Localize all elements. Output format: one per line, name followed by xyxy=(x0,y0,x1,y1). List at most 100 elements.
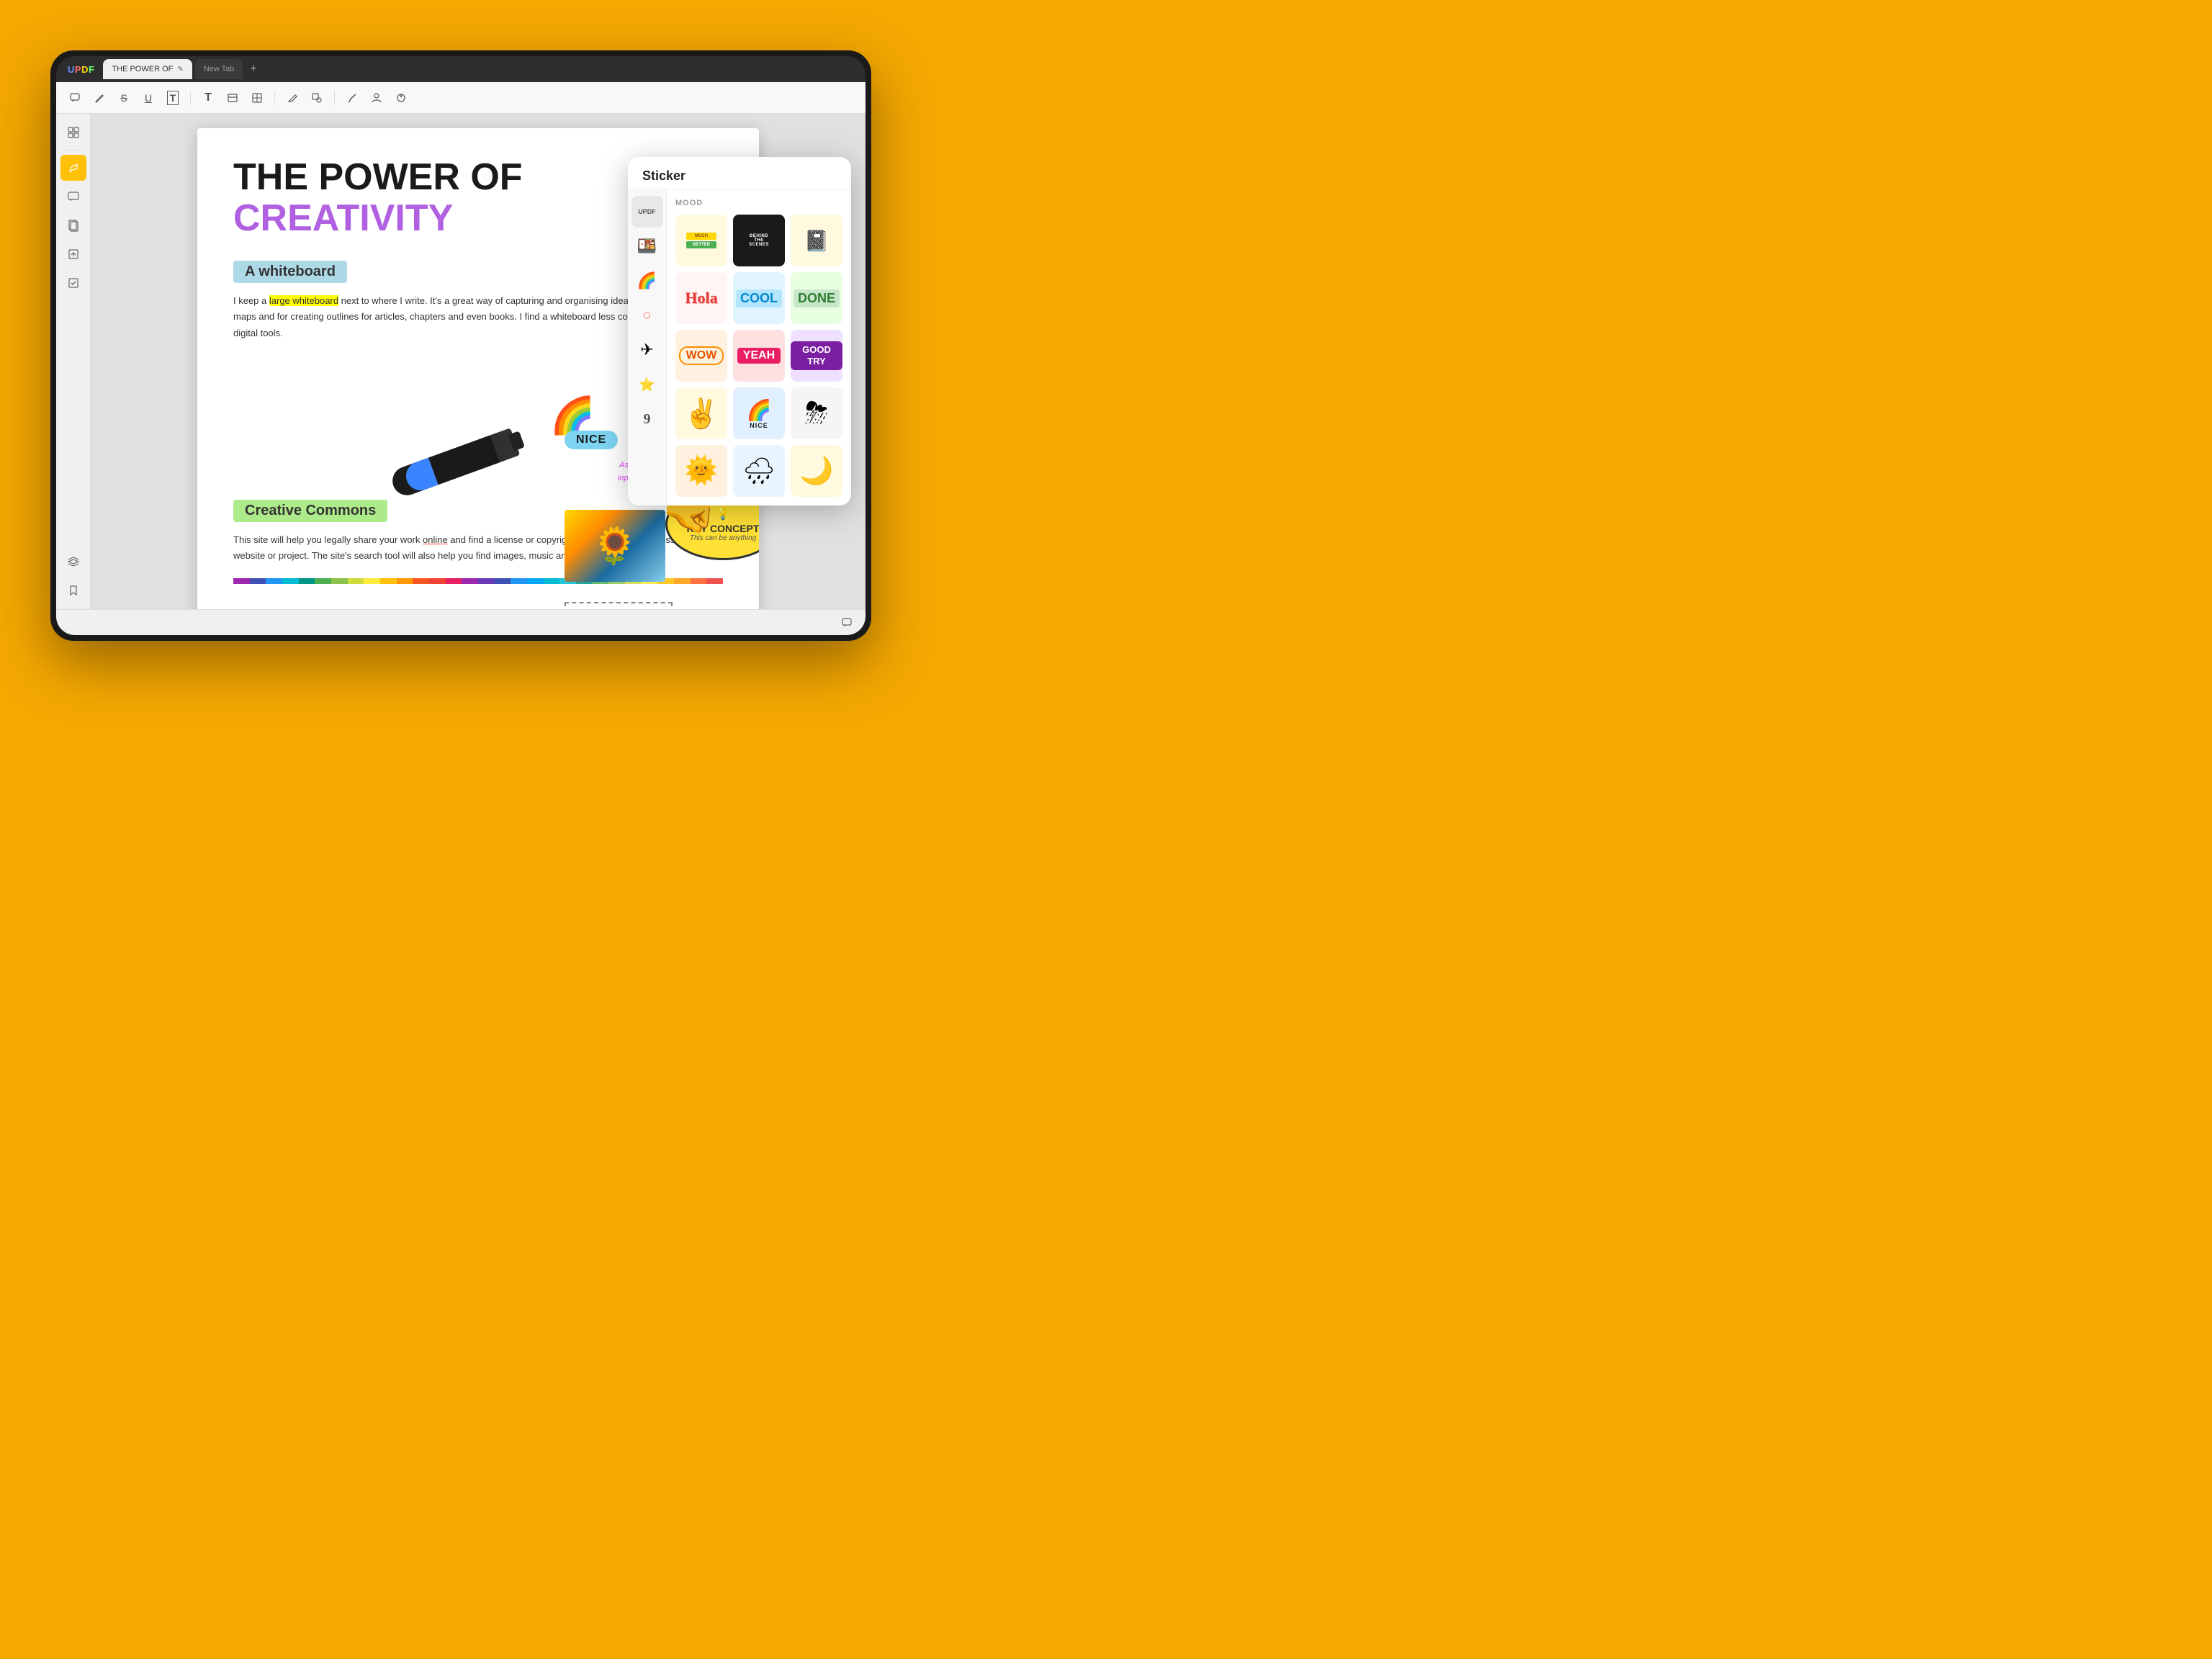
new-tab-button[interactable]: + xyxy=(246,63,261,76)
sticker-cat-updf[interactable]: UPDF xyxy=(631,196,663,228)
sticker-hola[interactable]: Hola xyxy=(675,272,727,324)
nice-label: NICE xyxy=(750,422,768,429)
toolbar: S U T T xyxy=(56,82,866,114)
notebook-icon: 📓 xyxy=(804,229,830,253)
tab-new[interactable]: New Tab xyxy=(195,59,243,79)
left-sidebar xyxy=(56,114,91,609)
color-seg-18 xyxy=(511,578,527,584)
tab-title: THE POWER OF xyxy=(112,65,173,73)
pen-tool-icon[interactable] xyxy=(342,88,362,108)
pdf-content-area[interactable]: THE POWER OF CREATIVITY A whiteboard I k… xyxy=(91,114,866,609)
marker-tip xyxy=(508,431,525,451)
marker-body xyxy=(389,428,521,499)
sticker-nice-rainbow[interactable]: 🌈 NICE xyxy=(733,387,785,439)
sticker-thunder-cloud[interactable]: ⛈ xyxy=(791,387,842,439)
tab-active[interactable]: THE POWER OF ✎ xyxy=(103,59,192,79)
underline-tool-icon[interactable]: U xyxy=(138,88,158,108)
comment-tool-icon[interactable] xyxy=(65,88,85,108)
sticker-cat-rainbow[interactable]: 🌈 xyxy=(631,265,663,297)
colors-icon[interactable] xyxy=(391,88,411,108)
sticker-cat-star[interactable]: ⭐ xyxy=(631,369,663,400)
tab-edit-icon: ✎ xyxy=(177,66,183,73)
yeah-text: YEAH xyxy=(737,348,781,364)
sticker-behind-scenes[interactable]: BEHIND THE SCENES xyxy=(733,215,785,266)
updf-logo: UPDF xyxy=(62,64,100,75)
strikethrough-tool-icon[interactable]: S xyxy=(114,88,134,108)
section1-label: A whiteboard xyxy=(233,261,347,283)
chat-icon[interactable] xyxy=(837,613,857,633)
sticker-moon[interactable]: 🌙 xyxy=(791,445,842,497)
star-icon: ⭐ xyxy=(639,377,655,392)
color-seg-30 xyxy=(706,578,723,584)
tab-bar: UPDF THE POWER OF ✎ New Tab + xyxy=(56,56,866,82)
table-icon[interactable] xyxy=(247,88,267,108)
toolbar-separator-3 xyxy=(334,91,335,105)
sticker-rain-cloud[interactable]: 🌧 xyxy=(733,445,785,497)
circle-icon: ○ xyxy=(642,307,651,324)
tablet-frame: UPDF THE POWER OF ✎ New Tab + S U xyxy=(50,50,871,641)
goodtry-text: GOOD TRY xyxy=(791,341,842,369)
sidebar-bookmark-icon[interactable] xyxy=(60,577,86,603)
paper-plane-icon: ✈ xyxy=(640,341,653,359)
cool-text: COOL xyxy=(736,289,782,307)
sidebar-layers-icon[interactable] xyxy=(60,549,86,575)
sticker-panel-title: Sticker xyxy=(628,157,851,190)
text-t-icon[interactable]: T xyxy=(198,88,218,108)
sticker-much-better[interactable]: MUCH BETTER xyxy=(675,215,727,266)
rainbow-icon: 🌈 xyxy=(637,271,657,290)
active-indicator xyxy=(65,165,71,171)
text-frame-icon[interactable] xyxy=(222,88,243,108)
sticker-panel-body: UPDF 🍱 🌈 ○ ✈ xyxy=(628,190,851,505)
color-seg-16 xyxy=(478,578,495,584)
sidebar-highlight-icon[interactable] xyxy=(60,155,86,181)
sticker-cat-food[interactable]: 🍱 xyxy=(631,230,663,262)
wow-text: WOW xyxy=(679,346,724,365)
sticker-cat-circle[interactable]: ○ xyxy=(631,300,663,331)
sidebar-pages-icon[interactable] xyxy=(60,212,86,238)
pencil-tool-icon[interactable] xyxy=(89,88,109,108)
sidebar-export-icon[interactable] xyxy=(60,241,86,267)
sticker-done[interactable]: DONE xyxy=(791,272,842,324)
sticker-good-try[interactable]: GOOD TRY xyxy=(791,330,842,382)
shape-icon[interactable] xyxy=(307,88,327,108)
sticker-yeah[interactable]: YEAH xyxy=(733,330,785,382)
color-seg-6 xyxy=(315,578,331,584)
color-seg-11 xyxy=(397,578,413,584)
sidebar-thumbnail-icon[interactable] xyxy=(60,120,86,145)
thunder-icon: ⛈ xyxy=(805,397,828,430)
sticker-cool[interactable]: COOL xyxy=(733,272,785,324)
sunflower-photo: 🌻 xyxy=(565,510,665,582)
tab-new-label: New Tab xyxy=(204,65,235,73)
person-icon[interactable] xyxy=(367,88,387,108)
sidebar-verify-icon[interactable] xyxy=(60,270,86,296)
color-seg-14 xyxy=(446,578,462,584)
color-seg-2 xyxy=(250,578,266,584)
nice-badge: NICE xyxy=(565,431,618,449)
eraser-icon[interactable] xyxy=(282,88,302,108)
rain-cloud-icon: 🌧 xyxy=(742,456,775,486)
sticker-wow[interactable]: WOW xyxy=(675,330,727,382)
sticker-sun-happy[interactable]: 🌞 xyxy=(675,445,727,497)
sticker-peace-hand[interactable]: ✌️ xyxy=(675,387,727,439)
highlight-large: large whiteboard xyxy=(269,295,338,306)
sticker-categories: UPDF 🍱 🌈 ○ ✈ xyxy=(628,190,667,505)
headspace-box: Headspace ? xyxy=(565,602,673,609)
toolbar-separator-1 xyxy=(190,91,191,105)
sticker-cat-paperplane[interactable]: ✈ xyxy=(631,334,663,366)
color-seg-1 xyxy=(233,578,250,584)
sticker-cat-number9[interactable]: 9 xyxy=(631,403,663,435)
color-seg-10 xyxy=(380,578,397,584)
sidebar-comment-icon[interactable] xyxy=(60,184,86,210)
text-box-icon[interactable]: T xyxy=(163,88,183,108)
done-text: DONE xyxy=(793,289,840,307)
color-seg-28 xyxy=(674,578,691,584)
color-seg-12 xyxy=(413,578,429,584)
main-area: THE POWER OF CREATIVITY A whiteboard I k… xyxy=(56,114,866,609)
color-seg-13 xyxy=(429,578,446,584)
rainbow-nice-icon: 🌈 xyxy=(747,398,772,422)
color-seg-19 xyxy=(527,578,544,584)
sun-happy-icon: 🌞 xyxy=(684,455,718,487)
color-seg-15 xyxy=(462,578,478,584)
sticker-notebook[interactable]: 📓 xyxy=(791,215,842,266)
section2-label: Creative Commons xyxy=(233,500,387,522)
